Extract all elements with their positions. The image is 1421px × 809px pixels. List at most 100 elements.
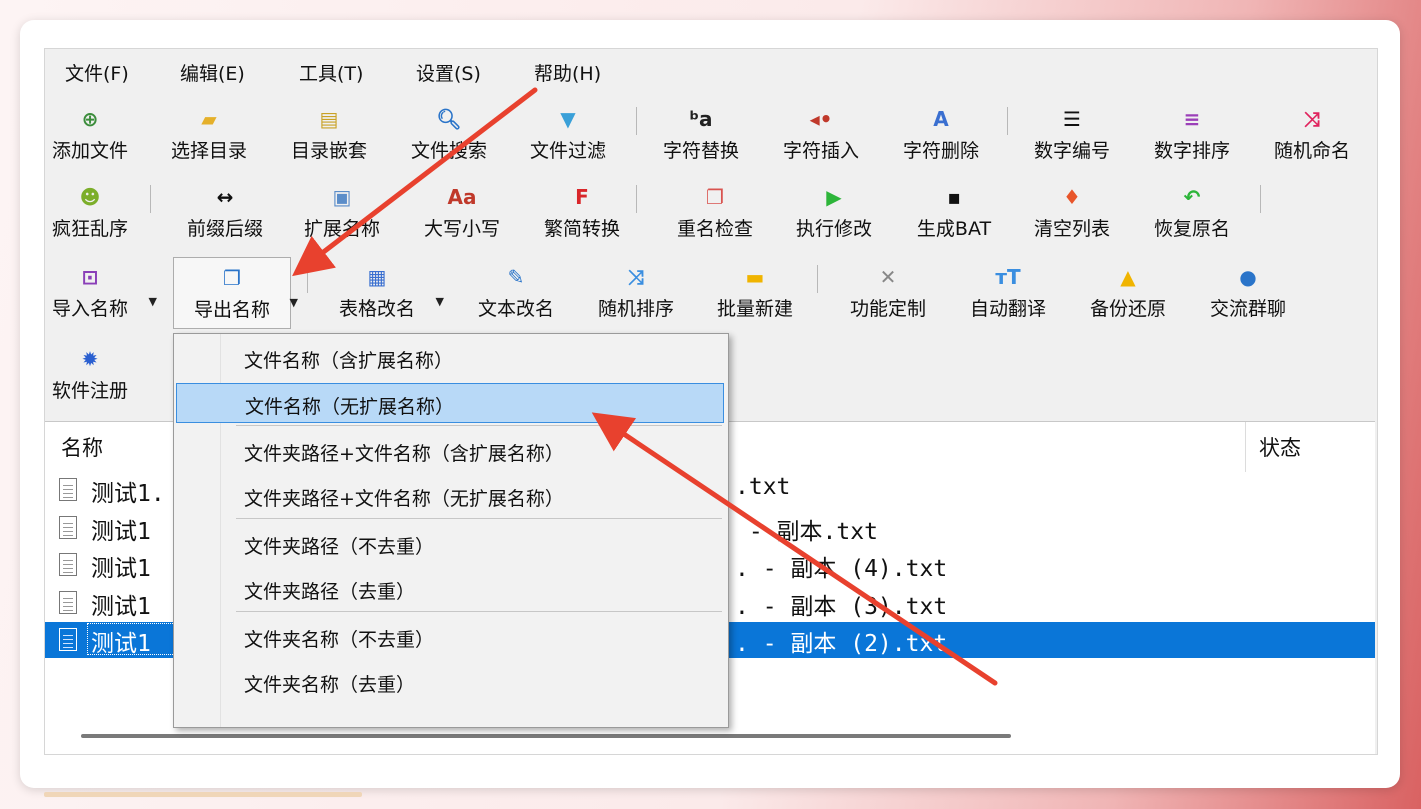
column-header-status[interactable]: 状态 xyxy=(1259,432,1301,462)
toolbar-button-double-arrow[interactable]: ↔ 前缀后缀 xyxy=(166,177,284,249)
toolbar-button-import[interactable]: ⊡ 导入名称 ▼ xyxy=(45,257,157,329)
random-sort-icon: ⤨ xyxy=(628,265,644,289)
toolbar-button-gear[interactable]: ✹ 软件注册 xyxy=(45,339,149,411)
terminal-icon: ▪ xyxy=(947,185,961,209)
file-name-continued: . - 副本 (4).txt xyxy=(735,556,948,582)
numbered-list-icon: ☰ xyxy=(1063,107,1081,131)
toolbar-button-delete-char[interactable]: A 字符删除 xyxy=(882,99,1000,171)
export-menu-item-label: 文件夹名称（去重） xyxy=(244,674,416,696)
export-menu-item[interactable]: 文件名称（无扩展名称） xyxy=(176,383,724,423)
toolbar-button-tools[interactable]: ✕ 功能定制 xyxy=(829,257,947,329)
export-menu-item-label: 文件夹路径+文件名称（无扩展名称） xyxy=(244,488,564,510)
toolbar-button-new-folder[interactable]: ▬ 批量新建 xyxy=(696,257,814,329)
toolbar-button-label: 导入名称 xyxy=(51,298,128,320)
qq-icon: ● xyxy=(1239,265,1257,289)
menu-edit[interactable]: 编辑(E) xyxy=(178,61,247,87)
toolbar-button-open-folder[interactable]: ▰ 选择目录 xyxy=(150,99,268,171)
toolbar-button-nested-folder[interactable]: ▤ 目录嵌套 xyxy=(270,99,388,171)
open-folder-icon: ▰ xyxy=(201,107,217,131)
table-icon: ▦ xyxy=(367,265,387,289)
toolbar-button-label: 生成BAT xyxy=(916,218,992,240)
toolbar-button-random-sort[interactable]: ⤨ 随机排序 xyxy=(577,257,695,329)
file-name-continued: - 副本.txt xyxy=(735,518,878,545)
toolbar-separator xyxy=(1007,107,1008,135)
toolbar-button-label: 恢复原名 xyxy=(1153,218,1230,240)
toolbar-button-label: 随机命名 xyxy=(1273,140,1350,162)
toolbar-button-add-file[interactable]: ⊕ 添加文件 xyxy=(45,99,149,171)
toolbar-button-replace-char[interactable]: ᵇa 字符替换 xyxy=(642,99,760,171)
export-menu-item[interactable]: 文件夹名称（去重） xyxy=(176,662,724,702)
dropdown-arrow-icon[interactable]: ▼ xyxy=(149,295,157,308)
toolbar-button-disk[interactable]: ▣ 扩展名称 xyxy=(283,177,401,249)
toolbar-button-undo[interactable]: ↶ 恢复原名 xyxy=(1133,177,1251,249)
add-file-icon: ⊕ xyxy=(81,107,99,131)
file-name: 测试1 xyxy=(91,593,151,620)
toolbar-button-duplicate[interactable]: ❐ 重名检查 xyxy=(656,177,774,249)
toolbar-button-filter[interactable]: ▼ 文件过滤 xyxy=(509,99,627,171)
toolbar-button-broom[interactable]: ♦ 清空列表 xyxy=(1013,177,1131,249)
toolbar-button-label: 导出名称 xyxy=(193,299,270,321)
menu-settings[interactable]: 设置(S) xyxy=(414,61,483,87)
toolbar-button-label: 目录嵌套 xyxy=(290,140,367,162)
menu-tools[interactable]: 工具(T) xyxy=(297,61,365,87)
disk-icon: ▣ xyxy=(332,185,352,209)
export-icon: ❐ xyxy=(223,266,241,290)
toolbar-button-convert-f[interactable]: F 繁简转换 xyxy=(523,177,641,249)
toolbar-separator xyxy=(307,265,308,293)
toolbar-button-search[interactable]: 🔍︎ 文件搜索 xyxy=(390,99,508,171)
text-file-icon xyxy=(59,553,77,576)
toolbar-button-label: 文件过滤 xyxy=(529,140,606,162)
toolbar-button-label: 随机排序 xyxy=(597,298,674,320)
toolbar-button-label: 前缀后缀 xyxy=(186,218,263,240)
toolbar-button-sort-lines[interactable]: ≡ 数字排序 xyxy=(1133,99,1251,171)
toolbar-button-label: 添加文件 xyxy=(51,140,128,162)
toolbar-button-label: 表格改名 xyxy=(338,298,415,320)
toolbar-button-numbered-list[interactable]: ☰ 数字编号 xyxy=(1013,99,1131,171)
export-menu-item[interactable]: 文件夹名称（不去重） xyxy=(176,617,724,657)
toolbar-button-table[interactable]: ▦ 表格改名 ▼ xyxy=(318,257,444,329)
toolbar-button-insert-char[interactable]: ◂• 字符插入 xyxy=(762,99,880,171)
export-menu-item[interactable]: 文件夹路径（去重） xyxy=(176,569,724,609)
toolbar-separator xyxy=(1260,185,1261,213)
export-menu-item-label: 文件夹路径（不去重） xyxy=(244,536,435,558)
toolbar-button-label: 功能定制 xyxy=(849,298,926,320)
toolbar-button-label: 数字排序 xyxy=(1153,140,1230,162)
toolbar-button-case[interactable]: Aa 大写小写 xyxy=(403,177,521,249)
toolbar-button-translate[interactable]: ᴛT 自动翻译 xyxy=(949,257,1067,329)
toolbar-button-terminal[interactable]: ▪ 生成BAT xyxy=(895,177,1013,249)
toolbar-button-label: 数字编号 xyxy=(1033,140,1110,162)
shuffle-icon: ⤨ xyxy=(1304,107,1320,131)
toolbar-button-play[interactable]: ▶ 执行修改 xyxy=(775,177,893,249)
export-menu-item[interactable]: 文件夹路径（不去重） xyxy=(176,524,724,564)
menu-file[interactable]: 文件(F) xyxy=(63,61,131,87)
export-menu-item[interactable]: 文件夹路径+文件名称（无扩展名称） xyxy=(176,476,724,516)
menu-bar: 文件(F) 编辑(E) 工具(T) 设置(S) 帮助(H) xyxy=(45,49,1377,99)
file-name: 测试1. xyxy=(91,481,165,507)
search-icon: 🔍︎ xyxy=(436,107,462,131)
toolbar-button-label: 执行修改 xyxy=(795,218,872,240)
toolbar-button-shuffle[interactable]: ⤨ 随机命名 xyxy=(1253,99,1371,171)
menu-help[interactable]: 帮助(H) xyxy=(532,61,603,87)
toolbar-button-export[interactable]: ❐ 导出名称 ▼ xyxy=(173,257,298,329)
toolbar-button-drive[interactable]: ▲ 备份还原 xyxy=(1069,257,1187,329)
text-file-icon xyxy=(59,628,77,651)
toolbar-button-crazy-face[interactable]: ☻ 疯狂乱序 xyxy=(45,177,149,249)
toolbar-button-qq[interactable]: ● 交流群聊 xyxy=(1189,257,1307,329)
toolbar-button-label: 备份还原 xyxy=(1089,298,1166,320)
export-menu-item[interactable]: 文件名称（含扩展名称） xyxy=(176,338,724,378)
drive-icon: ▲ xyxy=(1120,265,1136,289)
double-arrow-icon: ↔ xyxy=(216,185,234,209)
delete-char-icon: A xyxy=(933,107,949,131)
horizontal-scrollbar[interactable] xyxy=(81,734,1011,738)
dropdown-arrow-icon[interactable]: ▼ xyxy=(436,295,444,308)
toolbar-button-label: 扩展名称 xyxy=(303,218,380,240)
app-window: 文件(F) 编辑(E) 工具(T) 设置(S) 帮助(H) ⊕ 添加文件 ▰ 选择目录… xyxy=(44,48,1378,755)
replace-char-icon: ᵇa xyxy=(689,107,713,131)
dropdown-arrow-icon[interactable]: ▼ xyxy=(290,296,298,309)
export-menu-item[interactable]: 文件夹路径+文件名称（含扩展名称） xyxy=(176,431,724,471)
text-file-icon xyxy=(59,478,77,501)
toolbar-button-edit-text[interactable]: ✎ 文本改名 xyxy=(457,257,575,329)
toolbar-separator xyxy=(636,185,637,213)
column-header-name[interactable]: 名称 xyxy=(61,432,103,462)
file-name: 测试1 xyxy=(91,518,151,545)
